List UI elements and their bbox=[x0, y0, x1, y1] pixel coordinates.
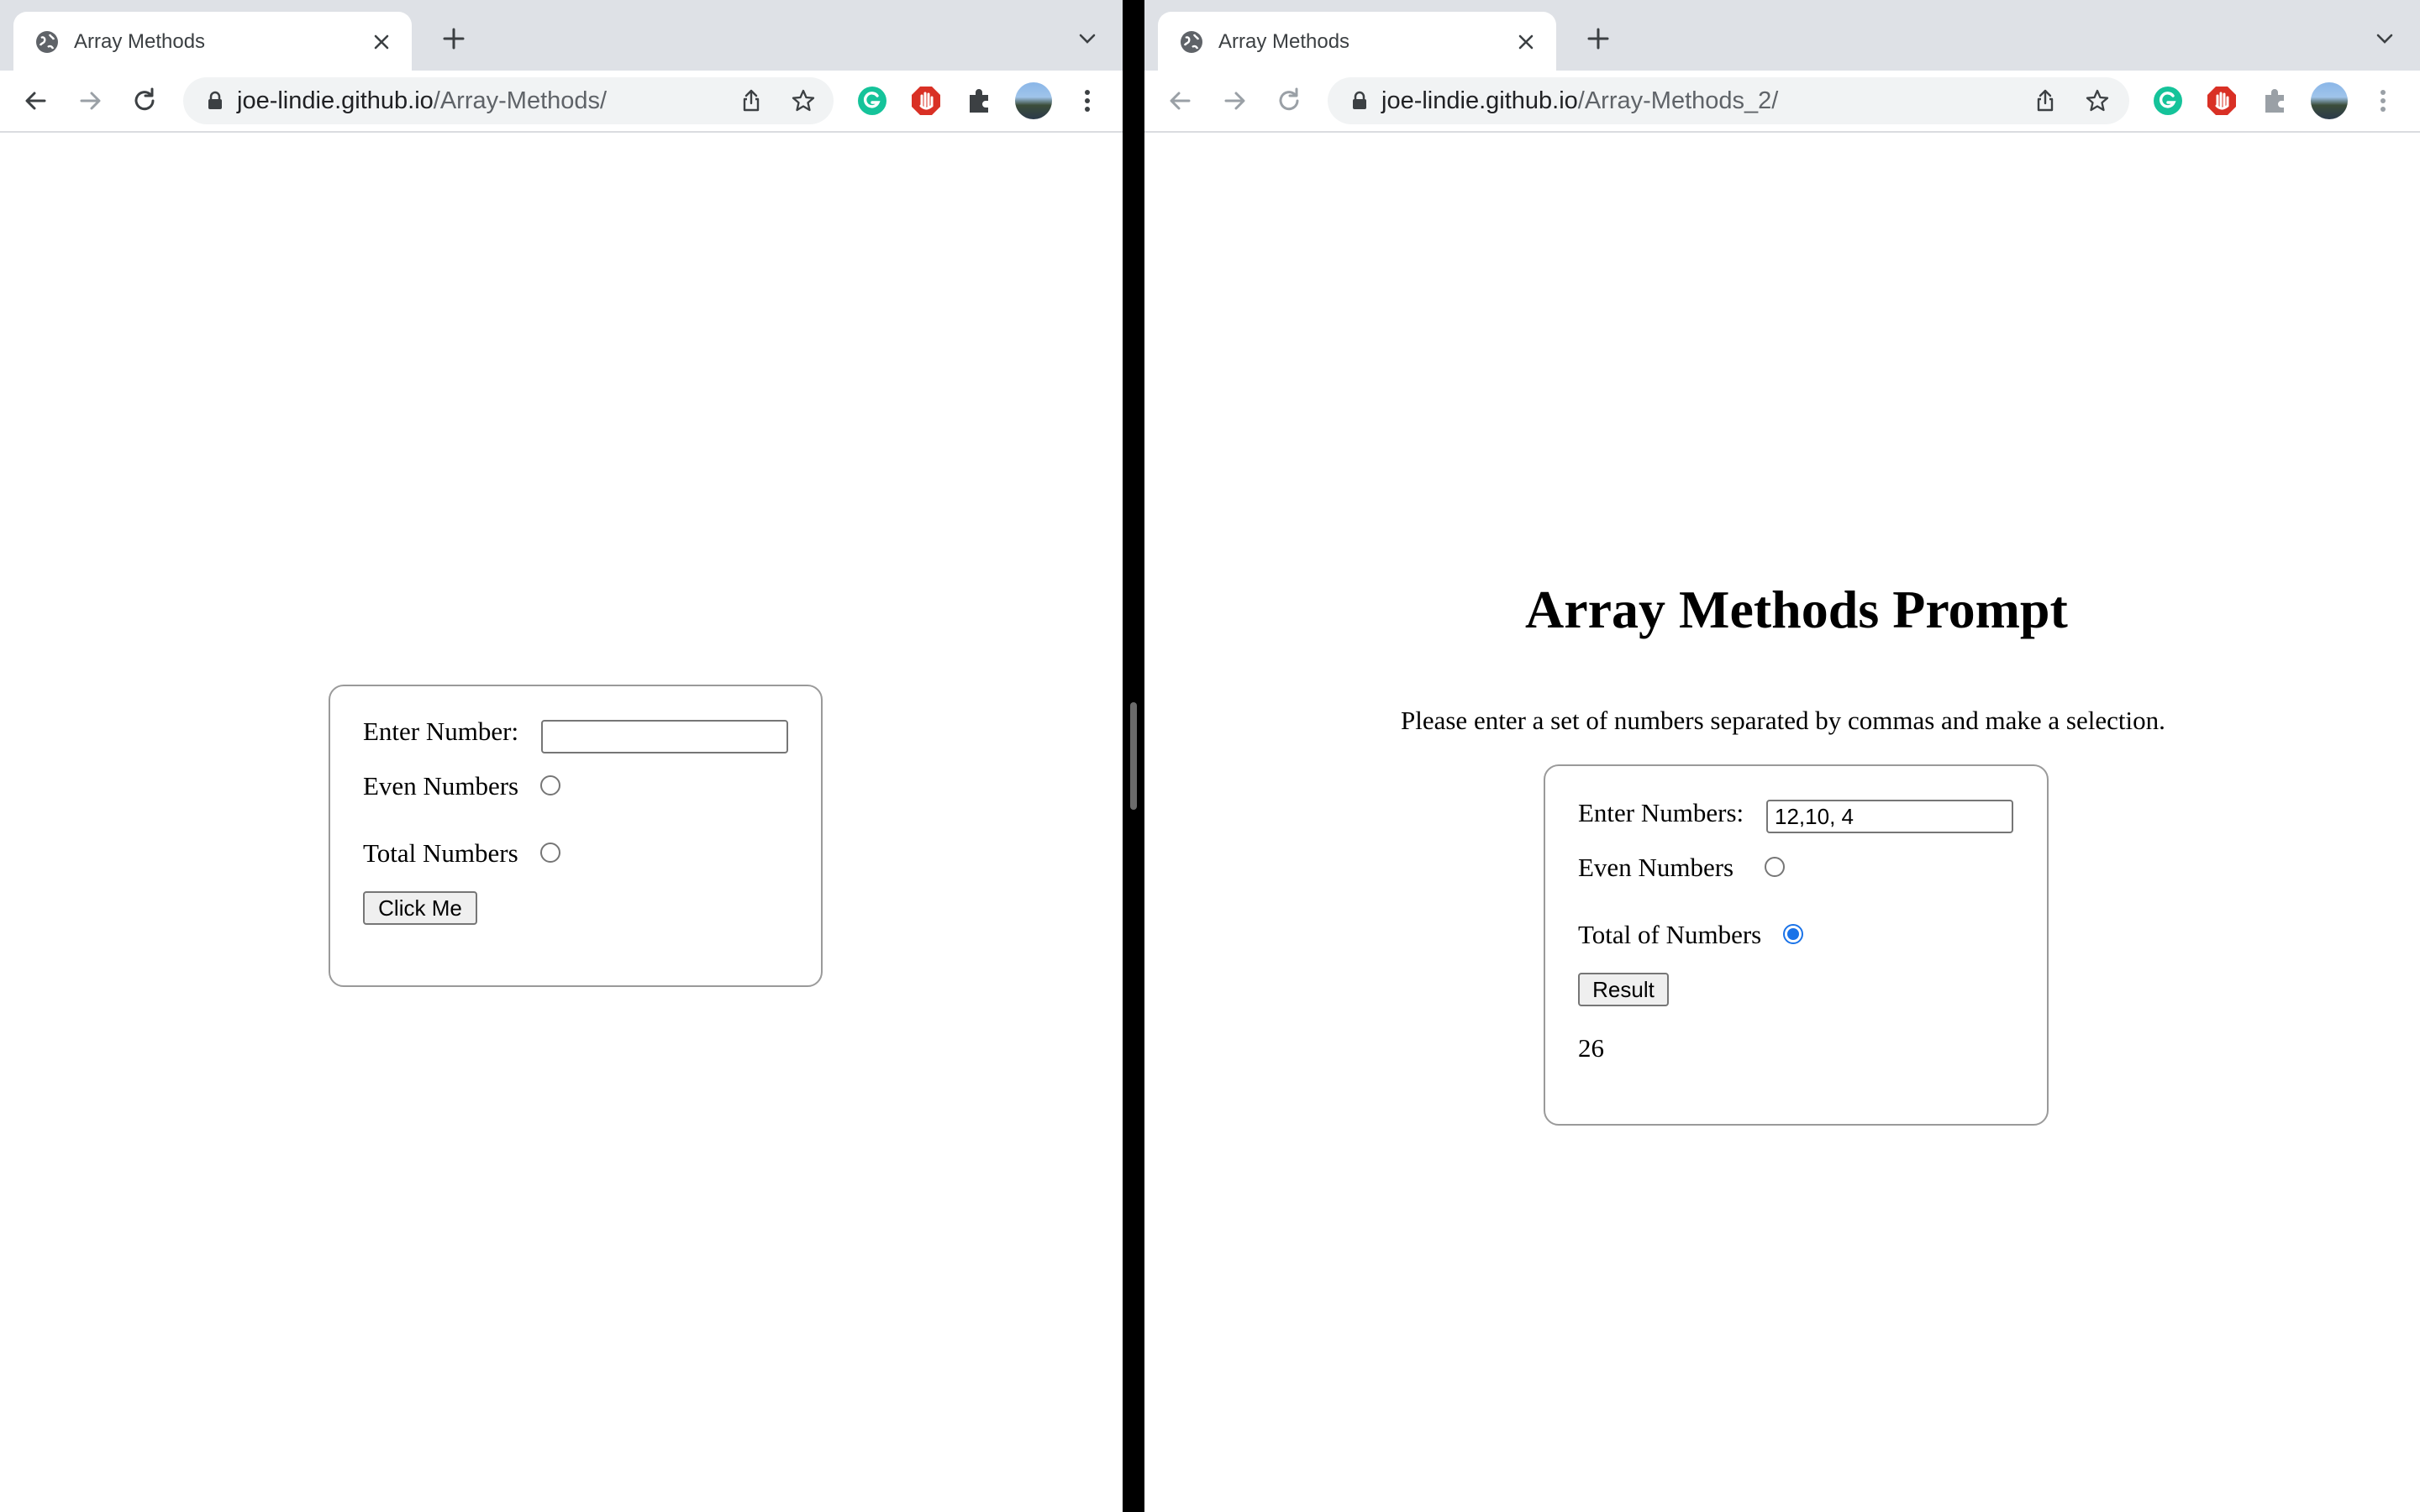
browser-toolbar: joe-lindie.github.io/Array-Methods_2/ bbox=[1144, 71, 2420, 131]
puzzle-icon[interactable] bbox=[2259, 84, 2292, 118]
globe-icon bbox=[36, 31, 58, 53]
numbers-label: Enter Numbers: bbox=[1578, 798, 1744, 827]
globe-icon bbox=[1181, 31, 1202, 53]
grammarly-icon[interactable] bbox=[2151, 84, 2185, 118]
even-numbers-label: Even Numbers bbox=[1578, 853, 1734, 882]
even-numbers-radio[interactable] bbox=[540, 775, 560, 795]
numbers-input[interactable]: 12,10, 4 bbox=[1766, 800, 2013, 833]
url-text[interactable]: joe-lindie.github.io/Array-Methods/ bbox=[237, 86, 607, 116]
page-content: Enter Number: Even Numbers Total Numbers… bbox=[0, 133, 1123, 1512]
adblock-icon[interactable] bbox=[2205, 84, 2238, 118]
adblock-icon[interactable] bbox=[909, 84, 943, 118]
instructions-text: Please enter a set of numbers separated … bbox=[1401, 706, 2165, 735]
reload-icon[interactable] bbox=[128, 84, 161, 118]
address-bar[interactable]: joe-lindie.github.io/Array-Methods_2/ bbox=[1328, 77, 2129, 124]
avatar[interactable] bbox=[1015, 82, 1052, 119]
close-icon[interactable] bbox=[1512, 29, 1539, 55]
even-numbers-radio[interactable] bbox=[1765, 857, 1785, 877]
chevron-down-icon[interactable] bbox=[1074, 25, 1101, 52]
total-numbers-radio[interactable] bbox=[540, 843, 560, 863]
address-bar[interactable]: joe-lindie.github.io/Array-Methods/ bbox=[183, 77, 834, 124]
url-host: joe-lindie.github.io bbox=[237, 87, 434, 114]
page-title: Array Methods Prompt bbox=[1525, 580, 2068, 639]
kebab-menu-icon[interactable] bbox=[2366, 84, 2400, 118]
number-label: Enter Number: bbox=[363, 717, 519, 746]
grammarly-icon[interactable] bbox=[855, 84, 889, 118]
even-numbers-label: Even Numbers bbox=[363, 771, 519, 801]
forward-arrow-icon[interactable] bbox=[1218, 84, 1252, 118]
back-arrow-icon[interactable] bbox=[1163, 84, 1197, 118]
url-host: joe-lindie.github.io bbox=[1381, 87, 1578, 114]
tab-title: Array Methods bbox=[74, 30, 206, 53]
back-arrow-icon[interactable] bbox=[18, 84, 52, 118]
browser-window-left: Array Methods joe-lindie.github.io/Array… bbox=[0, 0, 1123, 1512]
tab-strip: Array Methods bbox=[0, 0, 1123, 71]
plus-icon[interactable] bbox=[437, 22, 471, 55]
close-icon[interactable] bbox=[368, 29, 395, 55]
share-icon[interactable] bbox=[2032, 87, 2059, 114]
result-button[interactable]: Result bbox=[1578, 973, 1669, 1006]
chevron-down-icon[interactable] bbox=[2371, 25, 2398, 52]
total-of-numbers-label: Total of Numbers bbox=[1578, 920, 1762, 949]
array-form: Enter Numbers: 12,10, 4 Even Numbers Tot… bbox=[1544, 764, 2049, 1126]
lock-icon[interactable] bbox=[1348, 89, 1371, 113]
puzzle-icon[interactable] bbox=[963, 84, 997, 118]
number-input[interactable] bbox=[541, 720, 788, 753]
tab-array-methods[interactable]: Array Methods bbox=[1158, 12, 1556, 71]
result-output: 26 bbox=[1578, 1033, 1604, 1063]
url-path: /Array-Methods_2/ bbox=[1577, 87, 1779, 114]
tab-array-methods[interactable]: Array Methods bbox=[13, 12, 412, 71]
browser-window-right: Array Methods joe-lindie.github.io/Array… bbox=[1144, 0, 2420, 1512]
total-numbers-label: Total Numbers bbox=[363, 838, 518, 868]
page-content: Array Methods Prompt Please enter a set … bbox=[1144, 133, 2420, 1512]
total-of-numbers-radio[interactable] bbox=[1783, 924, 1803, 944]
tab-title: Array Methods bbox=[1218, 30, 1350, 53]
array-form: Enter Number: Even Numbers Total Numbers… bbox=[329, 685, 823, 987]
reload-icon[interactable] bbox=[1272, 84, 1306, 118]
tab-strip: Array Methods bbox=[1144, 0, 2420, 71]
split-resize-handle[interactable] bbox=[1130, 702, 1137, 810]
kebab-menu-icon[interactable] bbox=[1071, 84, 1104, 118]
forward-arrow-icon[interactable] bbox=[74, 84, 108, 118]
url-text[interactable]: joe-lindie.github.io/Array-Methods_2/ bbox=[1381, 86, 1778, 116]
lock-icon[interactable] bbox=[203, 89, 227, 113]
star-icon[interactable] bbox=[2084, 87, 2111, 114]
browser-toolbar: joe-lindie.github.io/Array-Methods/ bbox=[0, 71, 1123, 131]
share-icon[interactable] bbox=[738, 87, 765, 114]
star-icon[interactable] bbox=[790, 87, 817, 114]
click-me-button[interactable]: Click Me bbox=[363, 891, 477, 925]
plus-icon[interactable] bbox=[1581, 22, 1615, 55]
url-path: /Array-Methods/ bbox=[433, 87, 608, 114]
avatar[interactable] bbox=[2311, 82, 2348, 119]
